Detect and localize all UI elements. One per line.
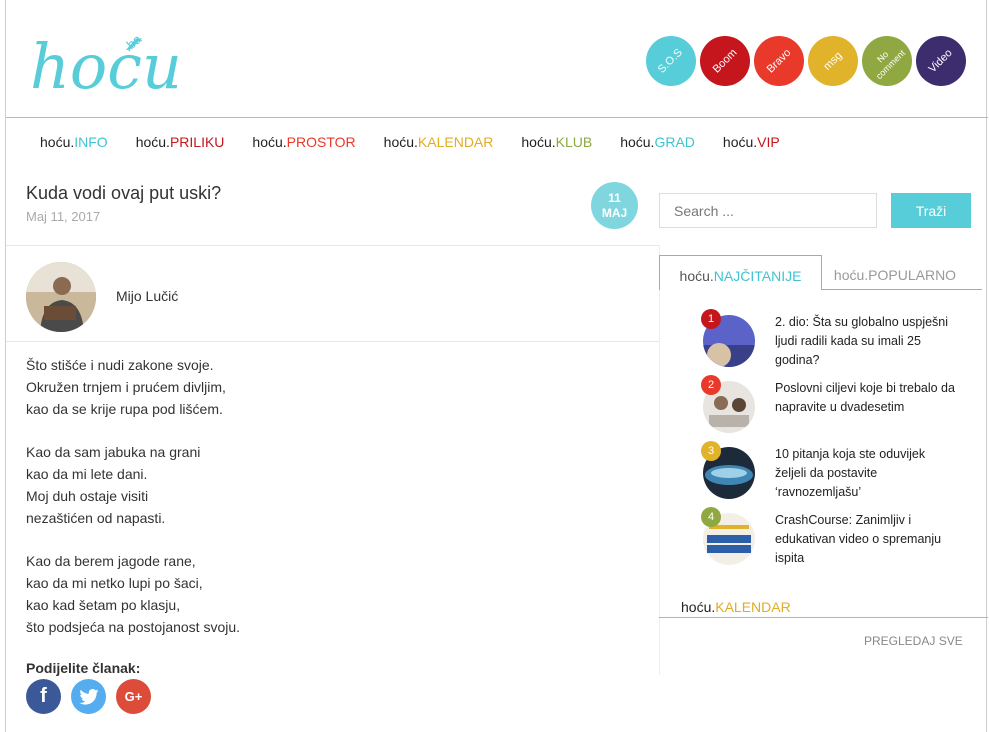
article-title: Kuda vodi ovaj put uski? [26,183,222,203]
date-badge: 11 MAJ [591,182,638,229]
bubble-msg[interactable]: msg [808,36,858,86]
article-divider [6,245,659,246]
main-nav: hoću.INFO hoću.PRILIKU hoću.PROSTOR hoću… [40,134,808,150]
view-all-link[interactable]: PREGLEDAJ SVE [864,634,963,648]
nav-item-kalendar[interactable]: hoću.KALENDAR [384,134,494,150]
search-button[interactable]: Traži [891,193,971,228]
nav-item-grad[interactable]: hoću.GRAD [620,134,695,150]
list-item[interactable]: 3 10 pitanja koja ste oduvijek željeli d… [701,441,963,511]
nav-item-vip[interactable]: hoću.VIP [723,134,780,150]
tab-popularno[interactable]: hoću.POPULARNO [822,255,968,290]
nav-item-prostor[interactable]: hoću.PROSTOR [252,134,355,150]
poem-stanza: Kao da sam jabuka na grani kao da mi let… [26,444,201,526]
sidebar-tabs: hoću.NAJČITANIJE hoću.POPULARNO [659,255,988,290]
bubble-no-comment[interactable]: No comment [862,36,912,86]
nav-item-info[interactable]: hoću.INFO [40,134,108,150]
tabs-underline [822,289,982,290]
author-name[interactable]: Mijo Lučić [116,288,178,304]
rank-badge: 3 [701,441,721,461]
bubble-bravo[interactable]: Bravo [754,36,804,86]
column-divider [659,245,660,675]
popular-list: 1 2. dio: Šta su globalno uspješni ljudi… [701,309,963,577]
nav-item-klub[interactable]: hoću.KLUB [521,134,592,150]
facebook-icon[interactable]: f [26,679,61,714]
hocu-logo[interactable]: hoću .ba [28,10,188,100]
popular-title[interactable]: 2. dio: Šta su globalno uspješni ljudi r… [775,313,955,379]
rank-badge: 4 [701,507,721,527]
calendar-divider [659,617,988,618]
popular-title[interactable]: 10 pitanja koja ste oduvijek željeli da … [775,445,955,511]
article-body: Što stišće i nudi zakone svoje. Okružen … [26,354,240,659]
poem-stanza: Što stišće i nudi zakone svoje. Okružen … [26,357,226,417]
google-plus-icon[interactable]: G+ [116,679,151,714]
header-divider [6,117,988,118]
rank-badge: 2 [701,375,721,395]
popular-title[interactable]: Poslovni ciljevi koje bi trebalo da napr… [775,379,955,445]
page-frame: hoću .ba S.O.S Boom Bravo msg No comment… [5,0,988,732]
tab-najcitanije[interactable]: hoću.NAJČITANIJE [659,255,822,290]
popular-title[interactable]: CrashCourse: Zanimljiv i edukativan vide… [775,511,955,577]
author-divider [6,341,659,342]
category-bubbles: S.O.S Boom Bravo msg No comment Video [646,36,966,86]
logo-text: hoću [30,30,182,100]
share-label: Podijelite članak: [26,660,141,676]
calendar-widget-title: hoću.KALENDAR [681,599,791,615]
list-item[interactable]: 2 Poslovni ciljevi koje bi trebalo da na… [701,375,963,445]
poem-stanza: Kao da berem jagode rane, kao da mi netk… [26,553,241,635]
author-avatar[interactable] [26,262,96,332]
bubble-sos[interactable]: S.O.S [646,36,696,86]
bubble-video[interactable]: Video [916,36,966,86]
list-item[interactable]: 1 2. dio: Šta su globalno uspješni ljudi… [701,309,963,379]
rank-badge: 1 [701,309,721,329]
nav-item-priliku[interactable]: hoću.PRILIKU [136,134,225,150]
twitter-icon[interactable] [71,679,106,714]
article-date: Maj 11, 2017 [26,209,101,224]
search-input[interactable] [659,193,877,228]
share-buttons: f G+ [26,679,151,714]
bubble-boom[interactable]: Boom [700,36,750,86]
list-item[interactable]: 4 CrashCourse: Zanimljiv i edukativan vi… [701,507,963,577]
